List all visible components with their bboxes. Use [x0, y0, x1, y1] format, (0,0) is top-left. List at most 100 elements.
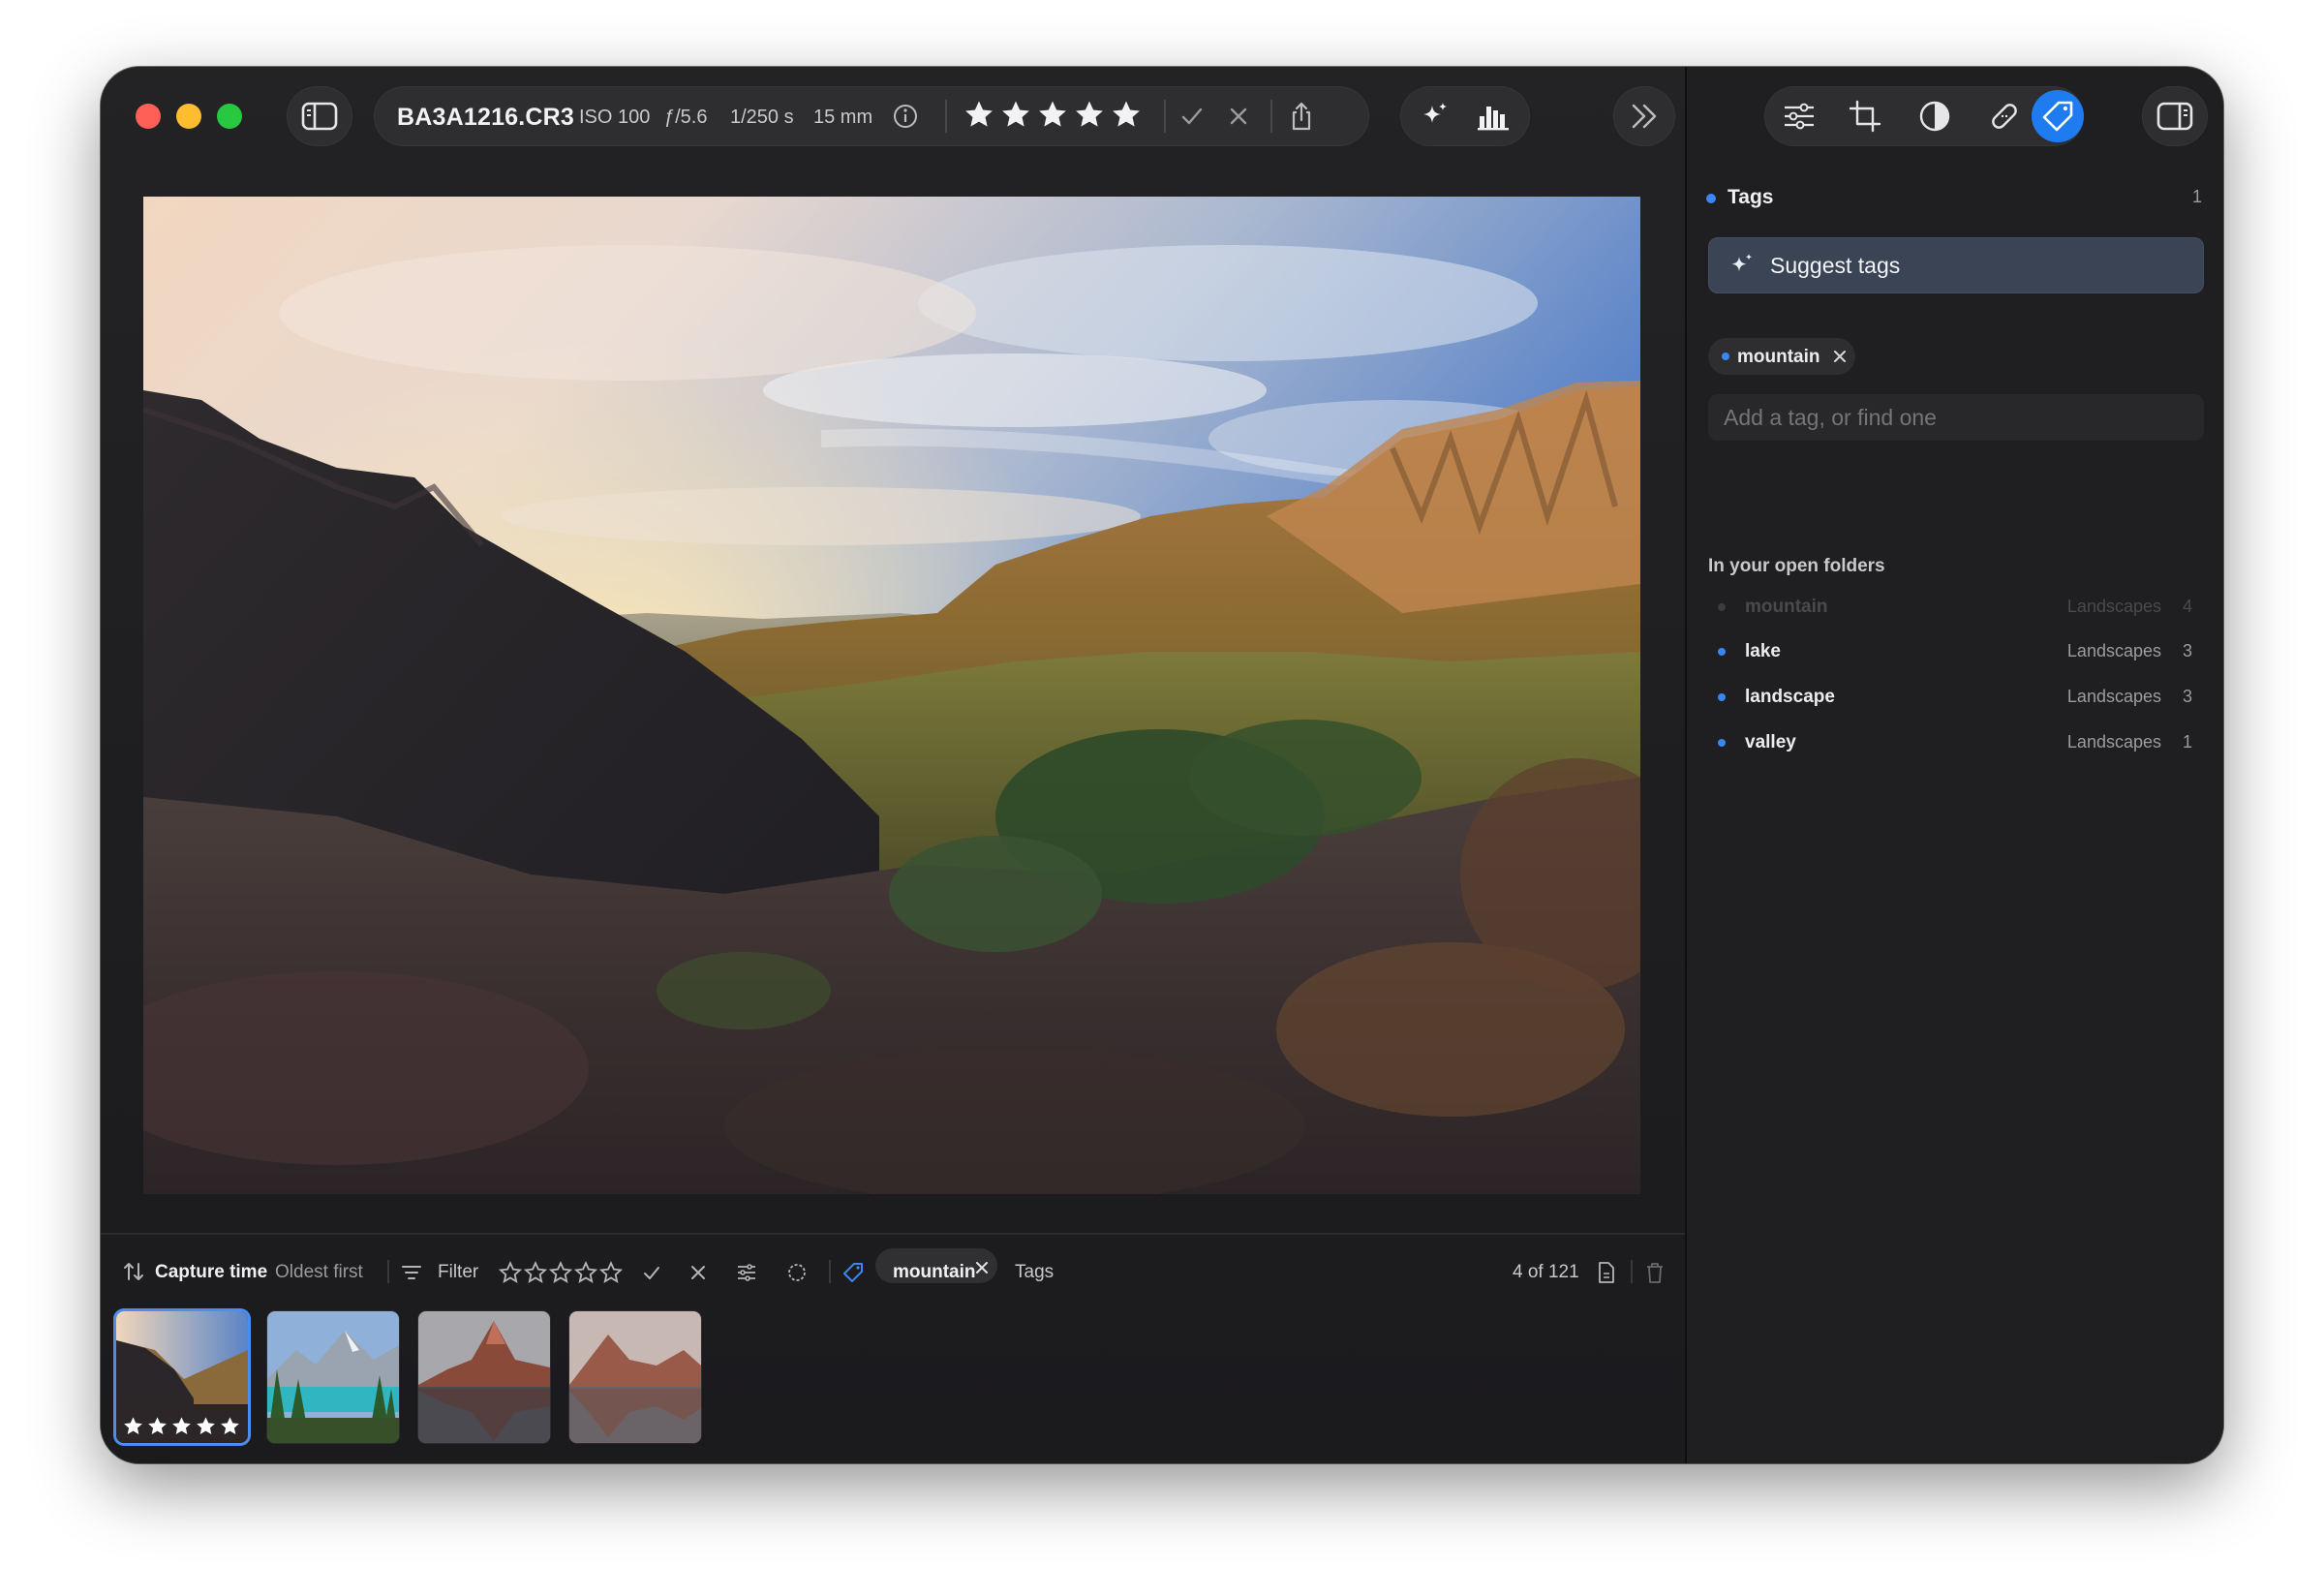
open-folders-header: In your open folders: [1708, 556, 1885, 576]
tag-suggestion-count: 1: [2182, 732, 2192, 752]
close-icon: [691, 1266, 705, 1279]
document-icon: [1599, 1262, 1614, 1283]
maximize-window-button[interactable]: [217, 104, 242, 129]
remove-tag-filter-button[interactable]: [972, 1258, 992, 1277]
main-photo: [143, 197, 1640, 1194]
checkmark-icon: [1181, 107, 1203, 125]
star-icon: [221, 1417, 239, 1435]
star-icon: [197, 1417, 215, 1435]
star-icon[interactable]: [963, 98, 995, 131]
tag-tool-button[interactable]: [2032, 90, 2084, 142]
star-outline-icon[interactable]: [548, 1260, 573, 1285]
minimize-window-button[interactable]: [176, 104, 201, 129]
sort-order-label[interactable]: Oldest first: [275, 1262, 363, 1283]
tag-suggestion-row[interactable]: landscape Landscapes 3: [1708, 678, 2204, 717]
tag-suggestion-row[interactable]: mountain Landscapes 4: [1708, 588, 2204, 627]
filmstrip-thumbnail[interactable]: [418, 1311, 550, 1443]
expand-button[interactable]: [1613, 86, 1675, 146]
star-icon: [172, 1417, 191, 1435]
filter-color-button[interactable]: [784, 1260, 810, 1285]
tag-suggestion-row[interactable]: valley Landscapes 1: [1708, 723, 2204, 762]
thumbnail-rating: [122, 1415, 241, 1437]
tag-suggestion-folder: Landscapes: [2066, 597, 2161, 616]
histogram-button[interactable]: [1472, 96, 1516, 137]
filmstrip-thumbnail[interactable]: [569, 1311, 701, 1443]
filter-label[interactable]: Filter: [438, 1262, 478, 1283]
filter-divider: [829, 1260, 831, 1283]
tag-chip-dot: [1722, 353, 1729, 360]
reject-button[interactable]: [1222, 100, 1255, 133]
sliders-icon: [1785, 103, 1814, 130]
filename-label: BA3A1216.CR3: [397, 104, 575, 131]
suggest-tags-button[interactable]: Suggest tags: [1708, 237, 2204, 293]
pick-button[interactable]: [1176, 100, 1208, 133]
star-icon[interactable]: [1073, 98, 1106, 131]
close-icon: [976, 1262, 988, 1274]
sparkle-icon: [1731, 254, 1753, 272]
bandage-icon: [1992, 104, 2017, 129]
suggest-tags-label: Suggest tags: [1770, 253, 1901, 278]
star-outline-icon[interactable]: [598, 1260, 624, 1285]
tags-section-count: 1: [2192, 187, 2203, 206]
star-icon[interactable]: [1036, 98, 1069, 131]
tag-filter-chip-label: mountain: [893, 1262, 976, 1282]
tag-filter-button[interactable]: [841, 1260, 866, 1285]
share-button[interactable]: [1284, 98, 1319, 135]
star-outline-icon[interactable]: [523, 1260, 548, 1285]
sort-arrows-icon: [124, 1263, 143, 1280]
tag-suggestion-name: landscape: [1745, 687, 1835, 707]
tag-icon: [2042, 101, 2073, 132]
tag-search-input[interactable]: [1708, 394, 2204, 441]
filter-rejected-button[interactable]: [686, 1260, 711, 1285]
tag-suggestion-row[interactable]: lake Landscapes 3: [1708, 632, 2204, 671]
checkmark-icon: [644, 1267, 659, 1279]
close-icon: [1230, 107, 1247, 125]
shutter-label: 1/250 s: [730, 107, 794, 128]
focal-length-label: 15 mm: [813, 107, 873, 128]
circle-dashed-icon: [788, 1264, 806, 1281]
left-sidebar-toggle-button[interactable]: [287, 86, 352, 146]
star-outline-icon[interactable]: [573, 1260, 598, 1285]
tag-suggestion-name: mountain: [1745, 597, 1828, 617]
tags-filter-label[interactable]: Tags: [1015, 1262, 1054, 1283]
mask-tool-button[interactable]: [1910, 96, 1960, 137]
info-button[interactable]: [891, 102, 920, 131]
toolbar-divider: [1164, 100, 1166, 133]
main-area: BA3A1216.CR3 ISO 100 ƒ/5.6 1/250 s 15 mm: [101, 67, 1685, 1463]
tags-section-title[interactable]: Tags: [1728, 186, 1773, 209]
delete-button[interactable]: [1642, 1260, 1667, 1285]
star-icon[interactable]: [1110, 98, 1143, 131]
share-icon: [1292, 102, 1311, 131]
star-outline-icon[interactable]: [498, 1260, 523, 1285]
crop-tool-button[interactable]: [1842, 96, 1888, 137]
sidebar-left-icon: [301, 102, 338, 131]
current-tag-chip[interactable]: mountain: [1708, 338, 1855, 375]
app-window: BA3A1216.CR3 ISO 100 ƒ/5.6 1/250 s 15 mm: [101, 67, 2223, 1463]
filter-lines-icon: [402, 1266, 421, 1279]
sort-field-label[interactable]: Capture time: [155, 1262, 267, 1283]
info-icon: [894, 105, 917, 128]
sliders-icon: [738, 1264, 755, 1281]
filmstrip-thumbnail[interactable]: [267, 1311, 399, 1443]
mask-circle-icon: [1919, 101, 1950, 132]
filter-icon-button[interactable]: [399, 1260, 424, 1285]
tag-suggestion-count: 4: [2182, 597, 2192, 616]
adjust-tool-button[interactable]: [1776, 96, 1822, 137]
sort-button[interactable]: [120, 1258, 147, 1285]
heal-tool-button[interactable]: [1981, 96, 2028, 137]
filmstrip-thumbnail[interactable]: [116, 1311, 248, 1443]
filter-adjusted-button[interactable]: [734, 1260, 759, 1285]
aperture-label: ƒ/5.6: [664, 107, 708, 128]
tag-chip-label: mountain: [1737, 347, 1820, 367]
right-sidebar-toggle-button[interactable]: [2142, 86, 2208, 146]
filter-picked-button[interactable]: [639, 1260, 664, 1285]
star-icon[interactable]: [999, 98, 1032, 131]
iso-label: ISO 100: [579, 107, 651, 128]
trash-icon: [1647, 1263, 1663, 1283]
toolbar-divider: [945, 100, 947, 133]
tag-suggestion-name: lake: [1745, 641, 1781, 661]
close-icon[interactable]: [1832, 349, 1848, 364]
file-info-button[interactable]: [1594, 1260, 1619, 1285]
close-window-button[interactable]: [136, 104, 161, 129]
ai-enhance-button[interactable]: [1414, 96, 1456, 137]
